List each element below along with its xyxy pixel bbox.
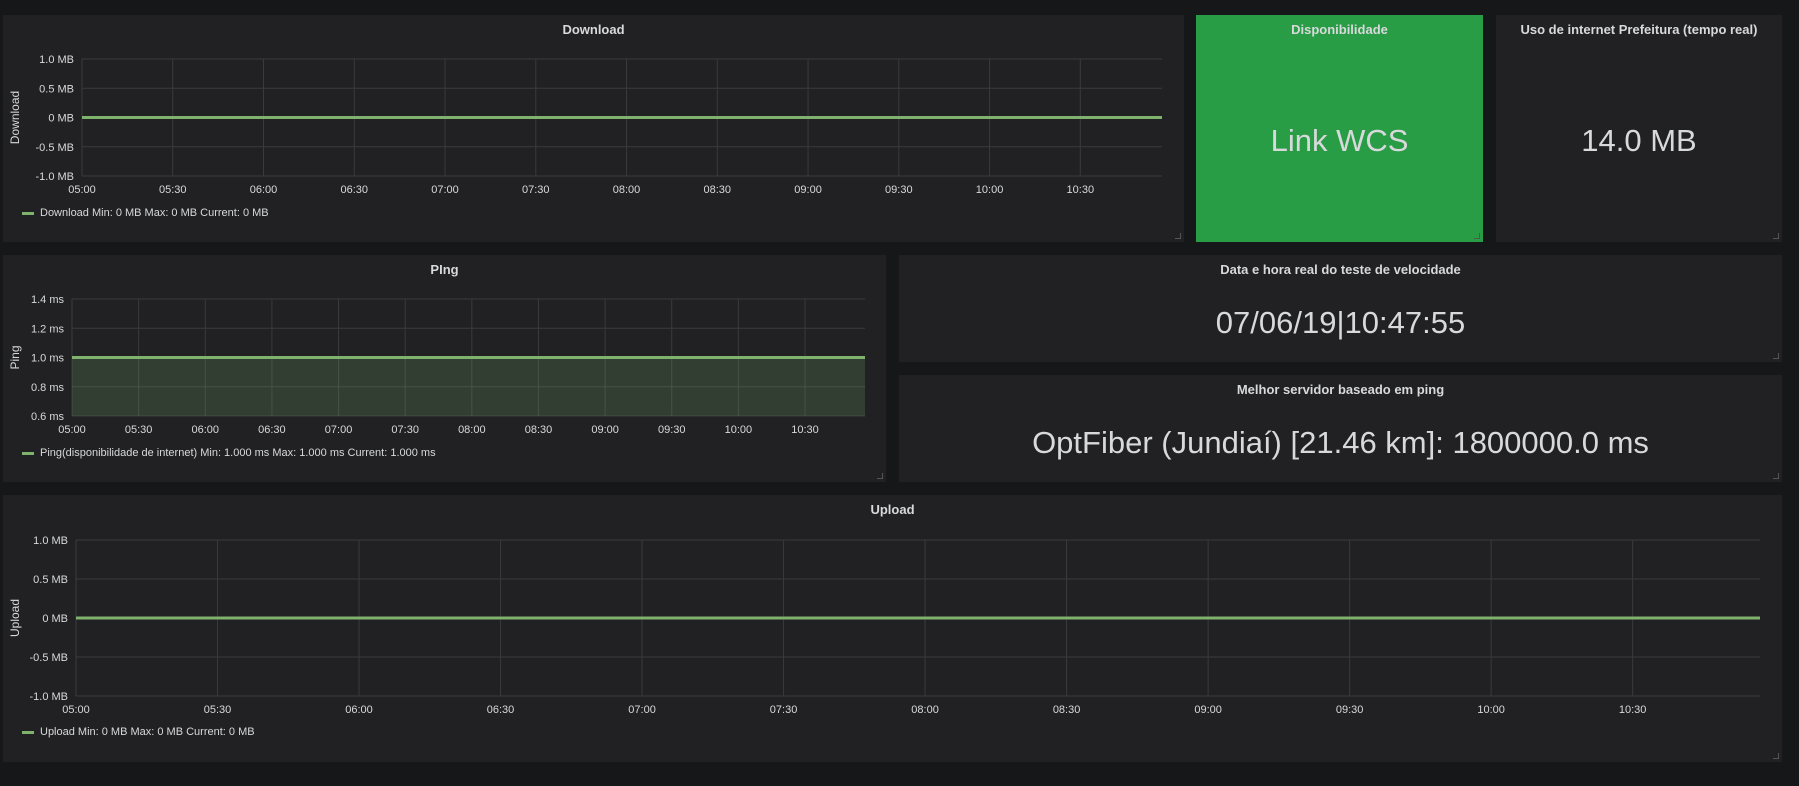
y-tick-label: 0.5 MB — [33, 574, 68, 586]
resize-handle[interactable] — [1773, 753, 1779, 759]
y-tick-label: 1.0 MB — [39, 54, 74, 66]
x-tick-label: 09:30 — [658, 424, 686, 436]
x-tick-label: 06:00 — [250, 184, 278, 196]
y-axis-label: Ping — [8, 345, 22, 369]
y-tick-label: 1.0 MB — [33, 535, 68, 547]
series-area — [72, 357, 865, 416]
x-tick-label: 07:00 — [628, 704, 656, 716]
x-tick-label: 10:30 — [791, 424, 819, 436]
x-tick-label: 09:00 — [1194, 704, 1222, 716]
best-server-value: OptFiber (Jundiaí) [21.46 km]: 1800000.0… — [1032, 425, 1649, 460]
availability-panel[interactable]: Disponibilidade Link WCS — [1196, 15, 1483, 242]
x-tick-label: 10:00 — [976, 184, 1004, 196]
panel-title[interactable]: Disponibilidade — [1196, 22, 1483, 37]
x-tick-label: 08:30 — [704, 184, 732, 196]
ping-legend[interactable]: Ping(disponibilidade de internet) Min: 1… — [22, 447, 436, 459]
x-tick-label: 10:00 — [725, 424, 753, 436]
x-tick-label: 10:00 — [1477, 704, 1505, 716]
y-axis-label: Upload — [8, 599, 22, 637]
x-tick-label: 05:30 — [159, 184, 187, 196]
x-tick-label: 09:00 — [591, 424, 619, 436]
x-tick-label: 07:30 — [770, 704, 798, 716]
x-tick-label: 06:30 — [258, 424, 286, 436]
x-tick-label: 07:30 — [522, 184, 550, 196]
y-tick-label: -1.0 MB — [29, 691, 68, 703]
y-tick-label: 0.5 MB — [39, 83, 74, 95]
availability-value: Link WCS — [1270, 123, 1409, 158]
y-tick-label: 0.8 ms — [31, 382, 65, 394]
x-tick-label: 06:00 — [192, 424, 220, 436]
y-tick-label: 1.2 ms — [31, 323, 65, 335]
resize-handle[interactable] — [1773, 353, 1779, 359]
x-tick-label: 05:30 — [204, 704, 232, 716]
y-tick-label: -1.0 MB — [35, 171, 74, 183]
resize-handle[interactable] — [1773, 233, 1779, 239]
legend-text: Upload Min: 0 MB Max: 0 MB Current: 0 MB — [40, 726, 255, 738]
legend-text: Ping(disponibilidade de internet) Min: 1… — [40, 447, 436, 459]
resize-handle[interactable] — [1773, 473, 1779, 479]
x-tick-label: 10:30 — [1067, 184, 1095, 196]
upload-chart: 1.0 MB 0.5 MB 0 MB -0.5 MB -1.0 MB05:00 05:30… — [8, 535, 1760, 716]
y-tick-label: 0 MB — [48, 113, 74, 125]
usage-value: 14.0 MB — [1581, 123, 1697, 158]
y-tick-label: 1.0 ms — [31, 353, 65, 365]
legend-swatch — [22, 451, 34, 455]
x-tick-label: 06:00 — [345, 704, 373, 716]
download-legend[interactable]: Download Min: 0 MB Max: 0 MB Current: 0 … — [22, 207, 269, 219]
x-tick-label: 09:30 — [1336, 704, 1364, 716]
x-tick-label: 10:30 — [1619, 704, 1647, 716]
x-tick-label: 05:00 — [68, 184, 96, 196]
y-tick-label: -0.5 MB — [35, 142, 74, 154]
upload-legend[interactable]: Upload Min: 0 MB Max: 0 MB Current: 0 MB — [22, 726, 255, 738]
y-tick-label: 0.6 ms — [31, 411, 65, 423]
x-tick-label: 06:30 — [341, 184, 369, 196]
x-tick-label: 08:30 — [1053, 704, 1081, 716]
panel-title[interactable]: Uso de internet Prefeitura (tempo real) — [1496, 22, 1782, 37]
x-tick-label: 07:00 — [325, 424, 353, 436]
upload-panel[interactable]: Upload 1.0 MB 0.5 MB 0 MB -0.5 MB -1.0 MB 05:… — [3, 495, 1782, 762]
y-tick-label: 1.4 ms — [31, 294, 65, 306]
x-tick-label: 05:00 — [58, 424, 86, 436]
usage-panel[interactable]: Uso de internet Prefeitura (tempo real) … — [1496, 15, 1782, 242]
y-tick-label: -0.5 MB — [29, 652, 68, 664]
best-server-panel[interactable]: Melhor servidor baseado em ping OptFiber… — [899, 375, 1782, 482]
x-tick-label: 05:30 — [125, 424, 153, 436]
legend-swatch — [22, 211, 34, 215]
download-panel[interactable]: Download 1.0 MB 0.5 MB 0 MB -0.5 MB -1.0 MB 0… — [3, 15, 1184, 242]
resize-handle[interactable] — [1175, 233, 1181, 239]
legend-swatch — [22, 730, 34, 734]
x-tick-label: 08:30 — [525, 424, 553, 436]
y-axis-label: Download — [8, 91, 22, 144]
speedtest-time-panel[interactable]: Data e hora real do teste de velocidade … — [899, 255, 1782, 362]
x-tick-label: 05:00 — [62, 704, 90, 716]
x-tick-label: 06:30 — [487, 704, 515, 716]
panel-title[interactable]: Data e hora real do teste de velocidade — [899, 262, 1782, 277]
legend-text: Download Min: 0 MB Max: 0 MB Current: 0 … — [40, 207, 269, 219]
x-tick-label: 09:00 — [794, 184, 822, 196]
x-tick-label: 09:30 — [885, 184, 913, 196]
x-tick-label: 08:00 — [458, 424, 486, 436]
x-tick-label: 08:00 — [613, 184, 641, 196]
x-tick-label: 07:00 — [431, 184, 459, 196]
panel-title[interactable]: Melhor servidor baseado em ping — [899, 382, 1782, 397]
x-tick-label: 07:30 — [391, 424, 419, 436]
x-tick-label: 08:00 — [911, 704, 939, 716]
resize-handle[interactable] — [1474, 233, 1480, 239]
y-tick-label: 0 MB — [42, 613, 68, 625]
speedtest-time-value: 07/06/19|10:47:55 — [1215, 305, 1466, 340]
ping-panel[interactable]: PIng 1.4 ms 1.2 ms 1.0 ms 0.8 ms 0.6 ms 05:00… — [3, 255, 886, 482]
resize-handle[interactable] — [877, 473, 883, 479]
